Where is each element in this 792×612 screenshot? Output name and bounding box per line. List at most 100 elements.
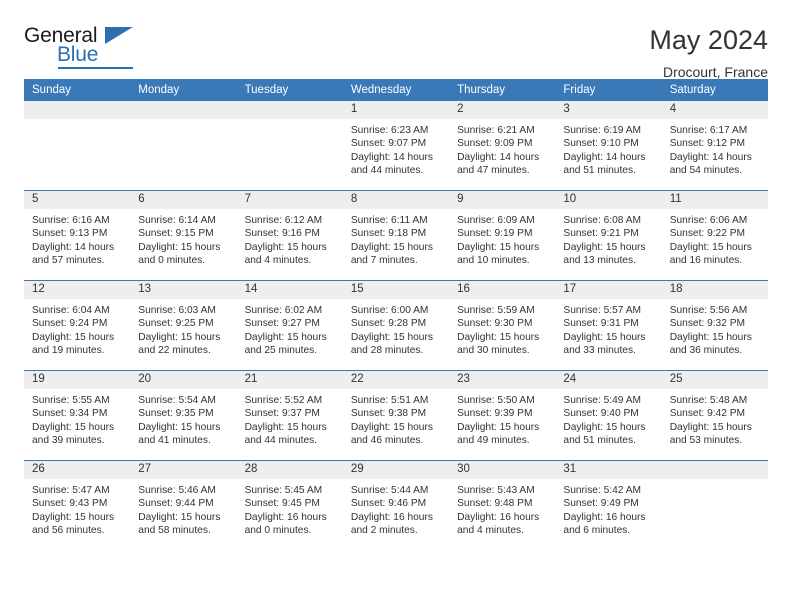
day-number	[236, 101, 343, 119]
day-details: Sunrise: 6:08 AM Sunset: 9:21 PM Daylight:…	[555, 209, 661, 268]
day-details: Sunrise: 5:45 AM Sunset: 9:45 PM Daylight:…	[237, 479, 343, 538]
daylight-text-line1: Daylight: 15 hours	[563, 331, 646, 343]
page-header: General Blue May 2024 Drocourt, France	[24, 0, 768, 80]
daylight-text-line1: Daylight: 15 hours	[244, 331, 327, 343]
calendar-day-cell[interactable]: 9 Sunrise: 6:09 AM Sunset: 9:19 PM Daylight…	[449, 190, 556, 281]
calendar-day-cell[interactable]: 24 Sunrise: 5:49 AM Sunset: 9:40 PM Dayligh…	[555, 370, 662, 461]
day-number: 26	[24, 461, 131, 479]
daylight-text-line2: and 2 minutes.	[350, 525, 418, 537]
day-number: 30	[449, 461, 556, 479]
day-details: Sunrise: 6:06 AM Sunset: 9:22 PM Daylight:…	[662, 209, 768, 268]
daylight-text-line2: and 19 minutes.	[32, 345, 105, 357]
day-7: 7 Sunrise: 6:12 AM Sunset: 9:16 PM Daylight…	[236, 191, 343, 280]
calendar-day-cell[interactable]: 8 Sunrise: 6:11 AM Sunset: 9:18 PM Daylight…	[342, 190, 450, 281]
sunrise-text: Sunrise: 6:00 AM	[350, 305, 429, 316]
sunrise-text: Sunrise: 6:08 AM	[563, 215, 641, 226]
sunset-text: Sunset: 9:27 PM	[244, 318, 320, 330]
calendar-day-cell[interactable]: 3 Sunrise: 6:19 AM Sunset: 9:10 PM Daylight…	[555, 101, 662, 191]
empty-day	[24, 101, 131, 190]
day-details: Sunrise: 6:03 AM Sunset: 9:25 PM Daylight:…	[130, 299, 236, 358]
sunrise-text: Sunrise: 6:16 AM	[32, 215, 110, 226]
daylight-text-line1: Daylight: 16 hours	[244, 511, 327, 523]
calendar-page: General Blue May 2024 Drocourt, France S…	[0, 0, 792, 612]
calendar-day-cell[interactable]: 25 Sunrise: 5:48 AM Sunset: 9:42 PM Dayligh…	[661, 370, 768, 461]
sunset-text: Sunset: 9:43 PM	[32, 498, 108, 510]
daylight-text-line2: and 33 minutes.	[563, 345, 636, 357]
general-blue-logo[interactable]: General Blue	[24, 24, 154, 70]
day-details: Sunrise: 6:12 AM Sunset: 9:16 PM Daylight:…	[237, 209, 343, 268]
daylight-text-line2: and 13 minutes.	[563, 255, 636, 267]
calendar-day-cell[interactable]: 28 Sunrise: 5:45 AM Sunset: 9:45 PM Dayligh…	[236, 460, 343, 550]
daylight-text-line2: and 0 minutes.	[138, 255, 206, 267]
empty-day	[236, 101, 343, 190]
calendar-day-cell[interactable]: 22 Sunrise: 5:51 AM Sunset: 9:38 PM Dayligh…	[342, 370, 450, 461]
daylight-text-line1: Daylight: 15 hours	[669, 421, 752, 433]
daylight-text-line2: and 10 minutes.	[457, 255, 530, 267]
sunrise-text: Sunrise: 6:03 AM	[138, 305, 216, 316]
sunrise-text: Sunrise: 6:04 AM	[32, 305, 110, 316]
sunrise-text: Sunrise: 5:59 AM	[457, 305, 535, 316]
calendar-day-cell[interactable]: 30 Sunrise: 5:43 AM Sunset: 9:48 PM Dayligh…	[449, 460, 556, 550]
calendar-day-cell	[24, 101, 131, 191]
day-19: 19 Sunrise: 5:55 AM Sunset: 9:34 PM Dayligh…	[24, 371, 131, 460]
calendar-day-cell[interactable]: 27 Sunrise: 5:46 AM Sunset: 9:44 PM Dayligh…	[130, 460, 237, 550]
calendar-day-cell[interactable]: 14 Sunrise: 6:02 AM Sunset: 9:27 PM Dayligh…	[236, 280, 343, 371]
day-number: 31	[555, 461, 662, 479]
calendar-day-cell[interactable]: 7 Sunrise: 6:12 AM Sunset: 9:16 PM Daylight…	[236, 190, 343, 281]
calendar-day-cell[interactable]: 15 Sunrise: 6:00 AM Sunset: 9:28 PM Dayligh…	[342, 280, 450, 371]
calendar-day-cell[interactable]: 4 Sunrise: 6:17 AM Sunset: 9:12 PM Daylight…	[661, 101, 768, 191]
weekday-header-wednesday: Wednesday	[342, 79, 450, 101]
sunrise-text: Sunrise: 5:49 AM	[563, 395, 641, 406]
sunset-text: Sunset: 9:28 PM	[350, 318, 427, 330]
sunset-text: Sunset: 9:49 PM	[563, 498, 639, 510]
calendar-day-cell[interactable]: 21 Sunrise: 5:52 AM Sunset: 9:37 PM Dayligh…	[236, 370, 343, 461]
day-details: Sunrise: 6:19 AM Sunset: 9:10 PM Daylight:…	[555, 119, 661, 178]
calendar-day-cell[interactable]: 29 Sunrise: 5:44 AM Sunset: 9:46 PM Dayligh…	[342, 460, 450, 550]
daylight-text-line2: and 6 minutes.	[563, 525, 631, 537]
calendar-week-row: 1 Sunrise: 6:23 AM Sunset: 9:07 PM Daylight…	[24, 101, 768, 191]
calendar-day-cell[interactable]: 5 Sunrise: 6:16 AM Sunset: 9:13 PM Daylight…	[24, 190, 131, 281]
sunrise-text: Sunrise: 5:42 AM	[563, 485, 641, 496]
calendar-day-cell[interactable]: 26 Sunrise: 5:47 AM Sunset: 9:43 PM Dayligh…	[24, 460, 131, 550]
calendar-day-cell[interactable]: 17 Sunrise: 5:57 AM Sunset: 9:31 PM Dayligh…	[555, 280, 662, 371]
daylight-text-line2: and 7 minutes.	[350, 255, 418, 267]
day-number: 23	[449, 371, 556, 389]
day-details: Sunrise: 5:56 AM Sunset: 9:32 PM Daylight:…	[662, 299, 768, 358]
day-17: 17 Sunrise: 5:57 AM Sunset: 9:31 PM Dayligh…	[555, 281, 662, 370]
daylight-text-line1: Daylight: 15 hours	[350, 421, 433, 433]
calendar-day-cell[interactable]: 2 Sunrise: 6:21 AM Sunset: 9:09 PM Daylight…	[449, 101, 556, 191]
calendar-day-cell[interactable]: 11 Sunrise: 6:06 AM Sunset: 9:22 PM Dayligh…	[661, 190, 768, 281]
calendar-day-cell[interactable]: 10 Sunrise: 6:08 AM Sunset: 9:21 PM Dayligh…	[555, 190, 662, 281]
sunset-text: Sunset: 9:13 PM	[32, 228, 108, 240]
calendar-day-cell[interactable]: 1 Sunrise: 6:23 AM Sunset: 9:07 PM Daylight…	[342, 101, 450, 191]
daylight-text-line1: Daylight: 15 hours	[563, 241, 646, 253]
day-number: 1	[342, 101, 450, 119]
calendar-day-cell[interactable]: 12 Sunrise: 6:04 AM Sunset: 9:24 PM Dayligh…	[24, 280, 131, 371]
day-details: Sunrise: 6:02 AM Sunset: 9:27 PM Daylight:…	[237, 299, 343, 358]
day-number: 6	[130, 191, 237, 209]
daylight-text-line2: and 46 minutes.	[350, 435, 424, 447]
sunrise-text: Sunrise: 6:23 AM	[350, 125, 429, 136]
sunset-text: Sunset: 9:39 PM	[457, 408, 533, 420]
calendar-day-cell[interactable]: 6 Sunrise: 6:14 AM Sunset: 9:15 PM Daylight…	[130, 190, 237, 281]
calendar-day-cell[interactable]: 13 Sunrise: 6:03 AM Sunset: 9:25 PM Dayligh…	[130, 280, 237, 371]
day-number: 10	[555, 191, 662, 209]
calendar-day-cell[interactable]: 19 Sunrise: 5:55 AM Sunset: 9:34 PM Dayligh…	[24, 370, 131, 461]
calendar-day-cell[interactable]: 16 Sunrise: 5:59 AM Sunset: 9:30 PM Dayligh…	[449, 280, 556, 371]
sunset-text: Sunset: 9:18 PM	[350, 228, 427, 240]
calendar-day-cell[interactable]: 18 Sunrise: 5:56 AM Sunset: 9:32 PM Dayligh…	[661, 280, 768, 371]
day-number: 14	[236, 281, 343, 299]
sunset-text: Sunset: 9:32 PM	[669, 318, 746, 330]
day-number: 25	[661, 371, 768, 389]
calendar-day-cell[interactable]: 31 Sunrise: 5:42 AM Sunset: 9:49 PM Dayligh…	[555, 460, 662, 550]
sunrise-text: Sunrise: 5:46 AM	[138, 485, 216, 496]
calendar-day-cell[interactable]: 23 Sunrise: 5:50 AM Sunset: 9:39 PM Dayligh…	[449, 370, 556, 461]
day-5: 5 Sunrise: 6:16 AM Sunset: 9:13 PM Daylight…	[24, 191, 131, 280]
daylight-text-line1: Daylight: 15 hours	[138, 241, 221, 253]
daylight-text-line2: and 30 minutes.	[457, 345, 530, 357]
sunrise-text: Sunrise: 5:45 AM	[244, 485, 323, 496]
day-23: 23 Sunrise: 5:50 AM Sunset: 9:39 PM Dayligh…	[449, 371, 556, 460]
calendar-day-cell[interactable]: 20 Sunrise: 5:54 AM Sunset: 9:35 PM Dayligh…	[130, 370, 237, 461]
day-30: 30 Sunrise: 5:43 AM Sunset: 9:48 PM Dayligh…	[449, 461, 556, 550]
daylight-text-line2: and 28 minutes.	[350, 345, 424, 357]
